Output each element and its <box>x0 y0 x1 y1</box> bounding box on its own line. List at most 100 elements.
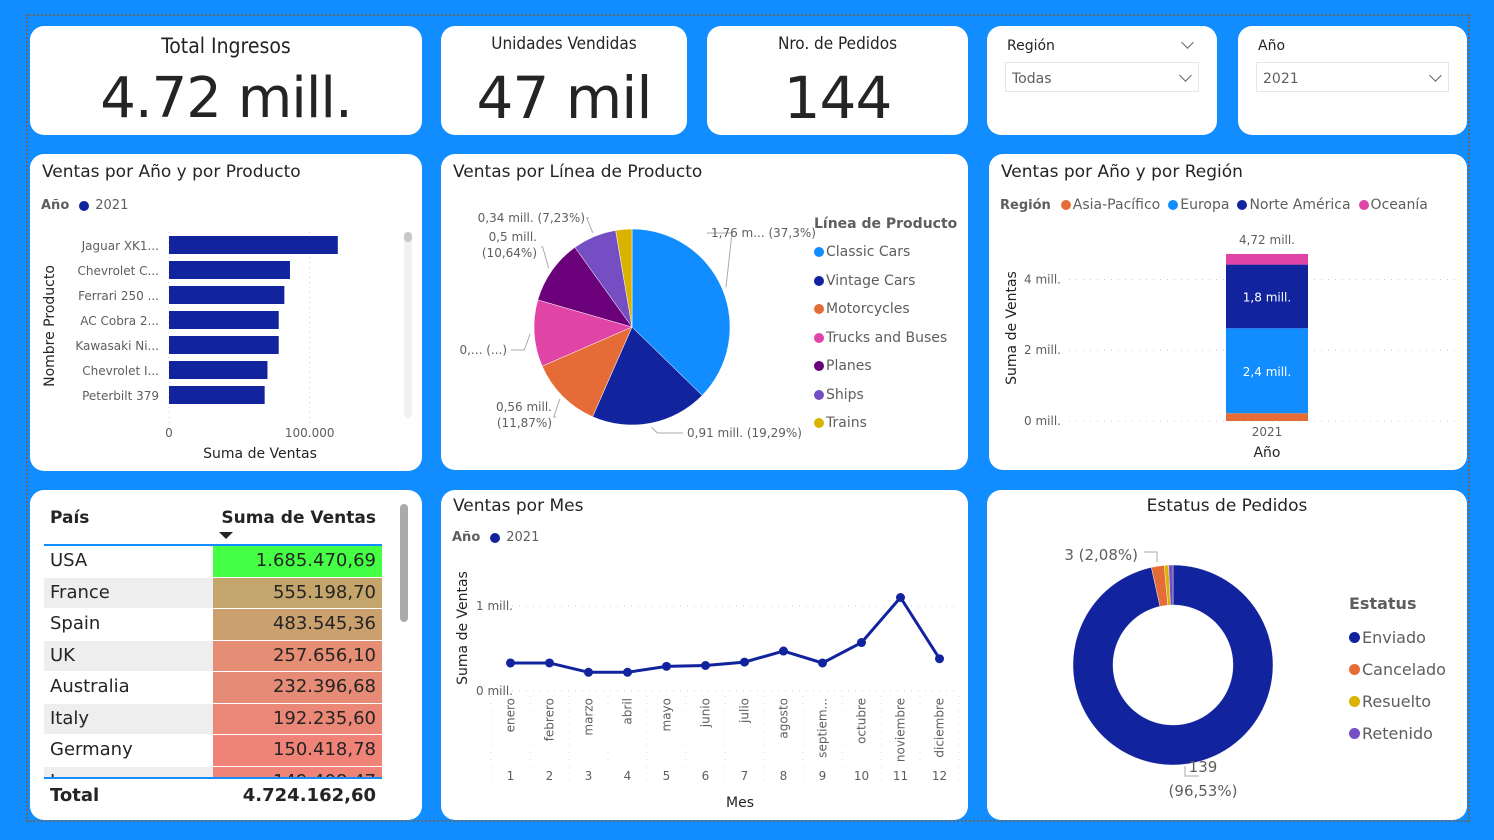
month-number-label: 9 <box>819 769 827 783</box>
scrollbar-thumb[interactable] <box>404 232 412 242</box>
table-row[interactable]: Italy 192.235,60 <box>44 703 382 735</box>
leader-line <box>511 333 531 351</box>
kpi-card-unidades-vendidas[interactable]: Unidades Vendidas 47 mil <box>441 26 687 135</box>
cell-pais: USA <box>50 550 88 571</box>
y-tick-label: 1 mill. <box>476 599 513 613</box>
legend-label: Resuelto <box>1362 691 1432 711</box>
column-header-ventas[interactable]: Suma de Ventas <box>213 502 382 544</box>
legend-label: Enviado <box>1362 627 1426 647</box>
cell-ventas: 483.545,36 <box>213 609 382 640</box>
segment-label: 1,8 mill. <box>1243 290 1291 304</box>
legend-dot <box>814 361 824 372</box>
month-label: diciembre <box>933 698 947 758</box>
data-label: 0,91 mill. (19,29%) <box>687 426 802 440</box>
kpi-value: 144 <box>783 64 893 132</box>
cell-pais: Australia <box>50 676 130 697</box>
table-row[interactable]: UK 257.656,10 <box>44 640 382 672</box>
table-row[interactable]: Japan149.408,47 <box>44 766 382 777</box>
data-point <box>896 593 905 602</box>
visual-ventas-linea[interactable]: Ventas por Línea de Producto 1,76 m... (… <box>441 154 968 470</box>
series-line <box>510 594 941 674</box>
month-label: marzo <box>582 698 596 736</box>
legend-title: Estatus <box>1349 594 1417 613</box>
y-axis-title: Suma de Ventas <box>1004 271 1020 385</box>
scrollbar[interactable] <box>400 504 408 622</box>
stacked-bar-chart-svg: 0 mill. 2 mill. 4 mill. 2,4 mill. 1,8 mill. 4… <box>1004 233 1459 461</box>
legend-dot <box>814 304 824 315</box>
table-row[interactable]: Germany 150.418,78 <box>44 735 382 767</box>
scrollbar-thumb[interactable] <box>400 504 408 622</box>
legend-item[interactable]: Resuelto <box>1349 685 1446 717</box>
data-label: 0,... (...) <box>459 343 507 357</box>
visual-ventas-producto[interactable]: Ventas por Año y por Producto Año 2021 0… <box>30 154 422 471</box>
kpi-card-total-ingresos[interactable]: Total Ingresos 4.72 mill. <box>30 26 422 135</box>
data-label: 0,56 mill. <box>496 400 552 414</box>
legend-dot <box>814 332 824 343</box>
legend-label: Cancelado <box>1362 659 1446 679</box>
month-label: mayo <box>660 698 674 732</box>
bar <box>169 286 285 304</box>
table-row[interactable]: France 555.198,70 <box>44 577 382 609</box>
kpi-card-nro-pedidos[interactable]: Nro. de Pedidos 144 <box>707 26 968 135</box>
scrollbar[interactable] <box>404 232 412 418</box>
leader-line <box>651 426 683 434</box>
legend-item[interactable]: Cancelado <box>1349 653 1446 685</box>
anio-dropdown[interactable]: 2021 <box>1256 62 1449 92</box>
column-header-label: Suma de Ventas <box>221 508 376 528</box>
legend-title: Línea de Producto <box>814 216 958 232</box>
month-label: agosto <box>777 698 791 739</box>
visual-estatus-pedidos[interactable]: Estatus de Pedidos 3 (2,08%) 139 (96,53%) … <box>987 490 1467 820</box>
legend-item[interactable]: Classic Cars <box>814 238 957 267</box>
visual-tabla-pais[interactable]: País Suma de Ventas USA 1.685.470,69 Franc… <box>30 490 422 820</box>
slicer-anio: Año 2021 <box>1238 26 1467 135</box>
legend-item[interactable]: Planes <box>814 352 957 381</box>
cell-pais: UK <box>44 640 213 671</box>
legend-label: Classic Cars <box>826 244 911 261</box>
slicer-title: Región <box>1007 38 1055 54</box>
table-row[interactable]: USA 1.685.470,69 <box>44 546 382 578</box>
legend-dot <box>814 389 824 400</box>
x-axis-title: Mes <box>726 795 754 811</box>
data-point <box>701 661 710 670</box>
legend-item[interactable]: Retenido <box>1349 717 1446 749</box>
kpi-value: 47 mil <box>476 64 653 132</box>
cell-pais: Spain <box>50 613 101 634</box>
legend-item[interactable]: Ships <box>814 381 957 410</box>
data-label: 0,34 mill. (7,23%) <box>478 211 585 225</box>
legend-dot <box>1349 663 1360 675</box>
visual-ventas-mes[interactable]: Ventas por Mes Año 2021 0 mill. 1 mill. en… <box>441 490 968 820</box>
month-label: abril <box>621 698 635 725</box>
table-body: USA 1.685.470,69 France 555.198,70 Spain 483.… <box>44 546 382 777</box>
legend-item[interactable]: Trucks and Buses <box>814 324 957 353</box>
legend-item[interactable]: Enviado <box>1349 621 1446 653</box>
month-label: septiem... <box>816 698 830 758</box>
cell-pais: Italy <box>44 703 213 734</box>
data-point <box>857 638 866 648</box>
month-number-label: 2 <box>546 769 554 783</box>
country-sales-table: País Suma de Ventas USA 1.685.470,69 Franc… <box>44 502 382 813</box>
cell-ventas: 149.408,47 <box>213 766 382 777</box>
anio-selected-value: 2021 <box>1263 71 1299 87</box>
legend-label: Trains <box>826 415 867 432</box>
month-label: enero <box>504 698 518 732</box>
column-header-pais[interactable]: País <box>44 502 213 544</box>
data-point <box>545 658 554 668</box>
legend-item[interactable]: Motorcycles <box>814 295 957 324</box>
category-label: Chevrolet I... <box>82 364 159 378</box>
legend-item[interactable]: Vintage Cars <box>814 267 957 296</box>
kpi-title: Unidades Vendidas <box>491 34 637 54</box>
legend-dot <box>814 247 824 258</box>
cell-ventas: 192.235,60 <box>213 703 382 734</box>
leader-line <box>553 398 561 418</box>
region-dropdown[interactable]: Todas <box>1005 62 1199 92</box>
cell-pais: Japan <box>44 766 213 777</box>
leader-line <box>586 217 594 234</box>
chevron-down-icon <box>1179 69 1192 82</box>
chevron-down-icon[interactable] <box>1181 36 1194 49</box>
visual-ventas-region[interactable]: Ventas por Año y por Región Región Asia-… <box>989 154 1467 470</box>
legend-item[interactable]: Trains <box>814 409 957 438</box>
table-row[interactable]: Australia 232.396,68 <box>44 672 382 704</box>
data-point <box>779 646 788 656</box>
table-row[interactable]: Spain 483.545,36 <box>44 609 382 641</box>
data-label: (10,64%) <box>482 246 537 260</box>
